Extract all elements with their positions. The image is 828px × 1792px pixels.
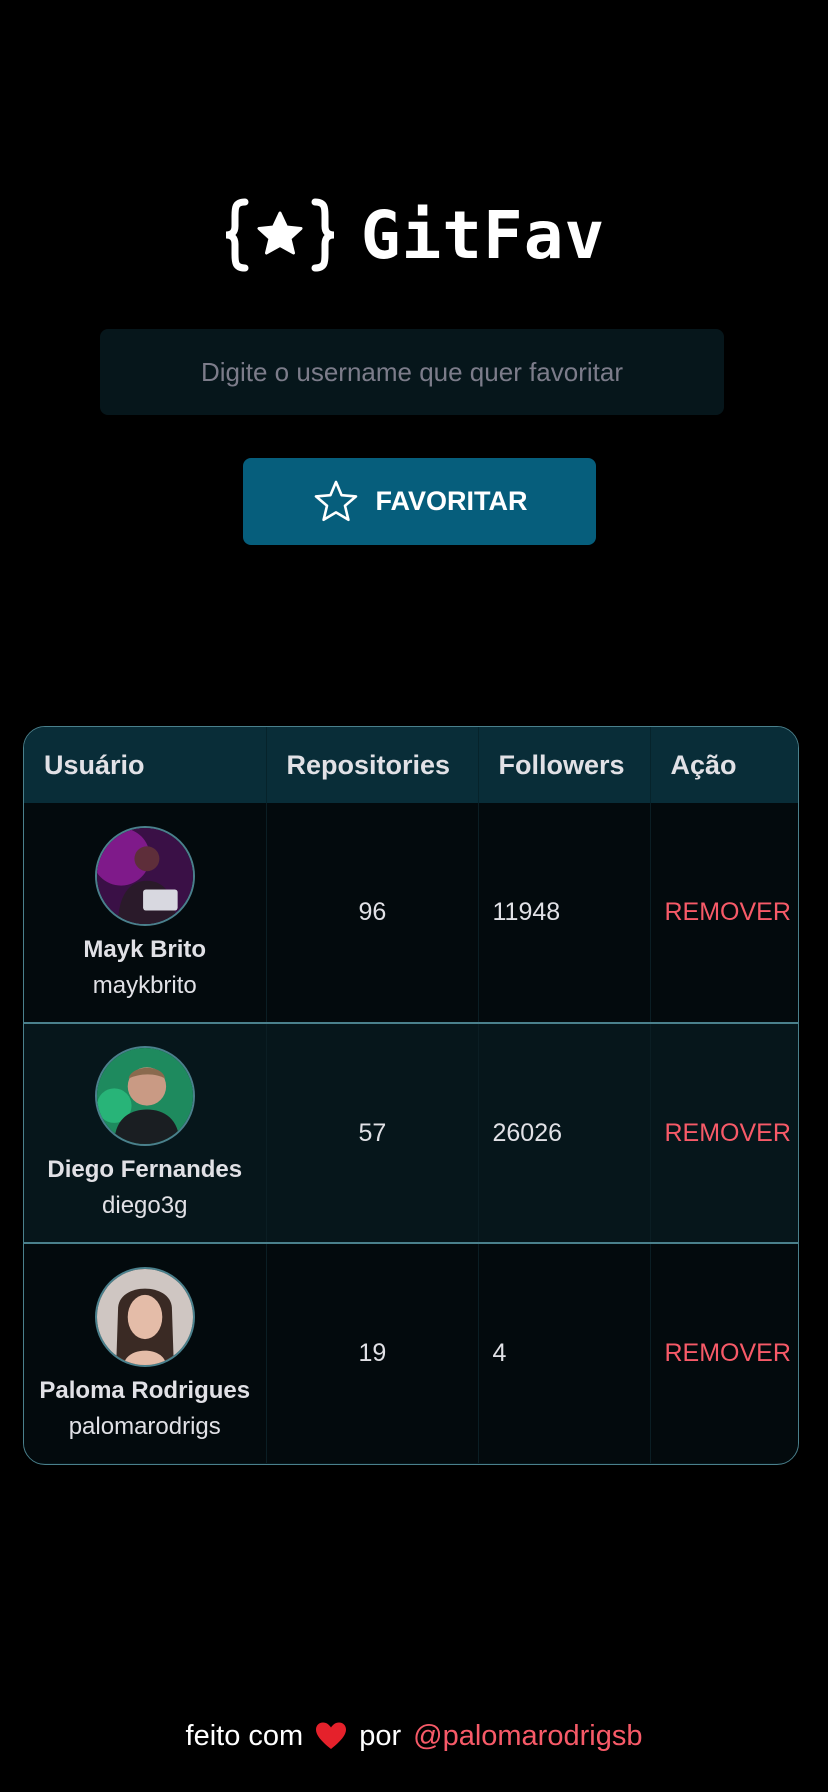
footer-text-by: por [359, 1719, 402, 1752]
footer: feito com por @palomarodrigsb [0, 1714, 828, 1758]
table-row: Mayk Brito maykbrito 96 11948 REMOVER [24, 803, 798, 1023]
repositories-count: 19 [265, 1242, 478, 1463]
star-outline-icon [314, 480, 357, 521]
user-cell: Diego Fernandes diego3g [24, 1022, 266, 1243]
favorite-button[interactable]: FAVORITAR [243, 458, 596, 545]
user-cell: Mayk Brito maykbrito [24, 803, 266, 1023]
user-login: diego3g [102, 1192, 188, 1219]
footer-text-made-with: feito com [185, 1719, 304, 1752]
remove-button[interactable]: REMOVER [665, 898, 791, 927]
followers-count: 11948 [477, 803, 650, 1023]
followers-count: 26026 [477, 1022, 650, 1243]
action-cell: REMOVER [649, 1022, 798, 1243]
user-name: Paloma Rodrigues [39, 1376, 251, 1404]
table-header-row: Usuário Repositories Followers Ação [24, 727, 798, 803]
braces-star-logo-icon [225, 198, 334, 272]
avatar[interactable] [94, 1046, 195, 1146]
table-row: Diego Fernandes diego3g 57 26026 REMOVER [24, 1022, 798, 1243]
user-login: palomarodrigs [68, 1412, 221, 1440]
followers-count: 4 [477, 1242, 650, 1463]
table-row: Paloma Rodrigues palomarodrigs 19 4 REMO… [24, 1242, 798, 1463]
remove-button[interactable]: REMOVER [665, 1119, 791, 1148]
column-header-action: Ação [649, 727, 798, 803]
author-link[interactable]: @palomarodrigsb [413, 1720, 642, 1753]
user-name: Mayk Brito [83, 935, 207, 963]
repositories-count: 57 [265, 1022, 478, 1243]
favorites-table: Usuário Repositories Followers Ação Mayk… [23, 726, 799, 1465]
action-cell: REMOVER [649, 803, 798, 1023]
column-header-repositories: Repositories [265, 727, 478, 803]
repositories-count: 96 [265, 803, 478, 1023]
action-cell: REMOVER [649, 1242, 798, 1463]
user-login: maykbrito [92, 971, 197, 999]
column-header-user: Usuário [24, 727, 266, 803]
avatar[interactable] [94, 1266, 195, 1367]
user-cell: Paloma Rodrigues palomarodrigs [24, 1242, 266, 1463]
username-search-input[interactable] [100, 329, 724, 415]
avatar-image [96, 827, 193, 924]
avatar-image [96, 1268, 193, 1365]
avatar-image [96, 1048, 193, 1144]
app-logo: GitFav [0, 190, 828, 280]
favorite-button-label: FAVORITAR [375, 486, 528, 516]
column-header-followers: Followers [477, 727, 650, 803]
avatar[interactable] [94, 825, 195, 926]
user-name: Diego Fernandes [47, 1156, 243, 1183]
remove-button[interactable]: REMOVER [665, 1339, 791, 1368]
app-title: GitFav [360, 196, 606, 274]
heart-icon [315, 1721, 347, 1751]
